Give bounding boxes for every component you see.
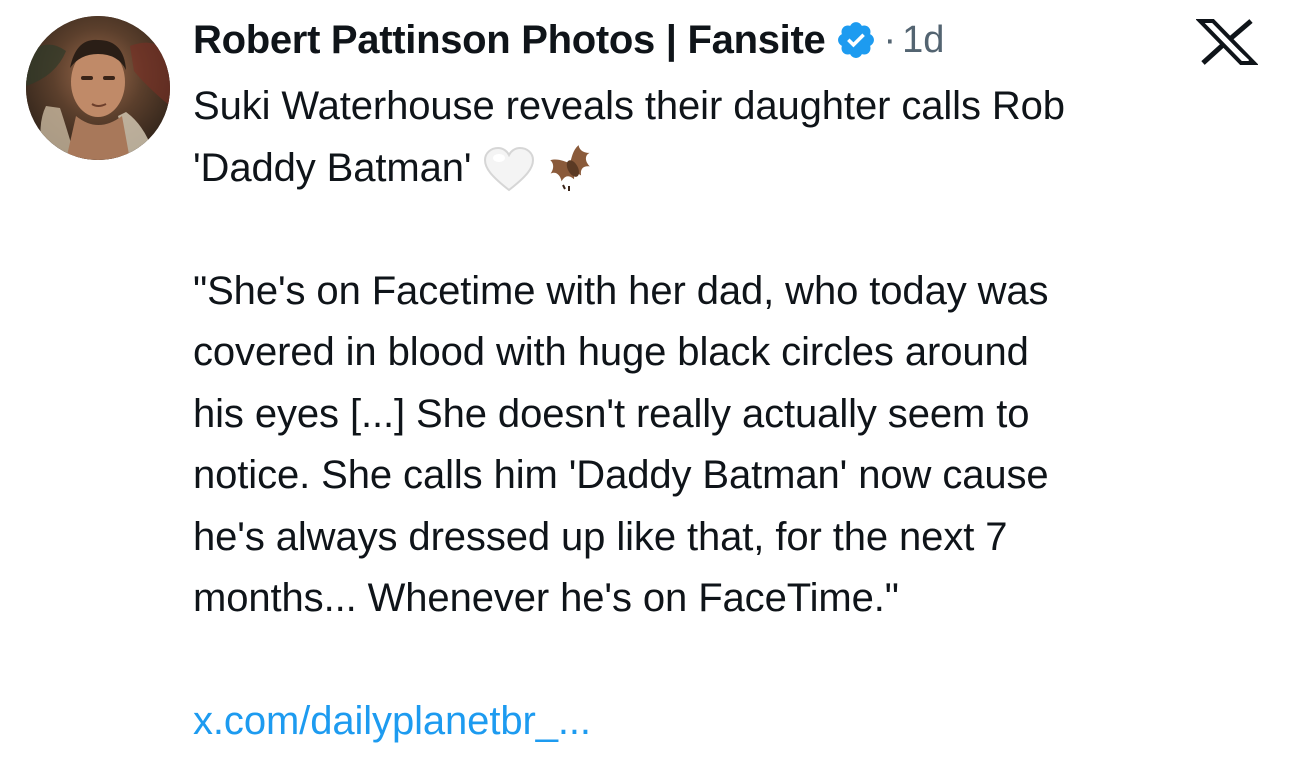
white-heart-icon: [483, 146, 535, 194]
avatar-photo: [26, 16, 170, 160]
tweet-link-line: x.com/dailyplanetbr_...: [193, 691, 1263, 753]
quote-line: his eyes [...] She doesn't really actual…: [193, 391, 1030, 436]
author-avatar[interactable]: [26, 16, 170, 160]
tweet-link[interactable]: x.com/dailyplanetbr_...: [193, 699, 591, 743]
tweet-text-line: 'Daddy Batman': [193, 138, 1263, 200]
bat-icon: [547, 145, 595, 195]
quote-line: he's always dressed up like that, for th…: [193, 514, 1008, 559]
quote-line: notice. She calls him 'Daddy Batman' now…: [193, 453, 1049, 497]
tweet-header: Robert Pattinson Photos | Fansite · 1d: [193, 12, 944, 68]
quote-line: "She's on Facetime with her dad, who tod…: [193, 268, 1049, 313]
author-display-name[interactable]: Robert Pattinson Photos | Fansite: [193, 18, 826, 63]
tweet-text: Suki Waterhouse reveals their daughter c…: [193, 76, 1263, 753]
tweet-timestamp[interactable]: 1d: [902, 19, 944, 62]
separator-dot: ·: [883, 18, 897, 61]
tweet-text-fragment: 'Daddy Batman': [193, 145, 472, 190]
quote-line: months... Whenever he's on FaceTime.": [193, 576, 899, 620]
tweet-text-line: Suki Waterhouse reveals their daughter c…: [193, 84, 1065, 128]
verified-badge-icon: [835, 19, 877, 61]
quote-line: covered in blood with huge black circles…: [193, 330, 1029, 374]
x-logo-icon[interactable]: [1196, 19, 1258, 65]
